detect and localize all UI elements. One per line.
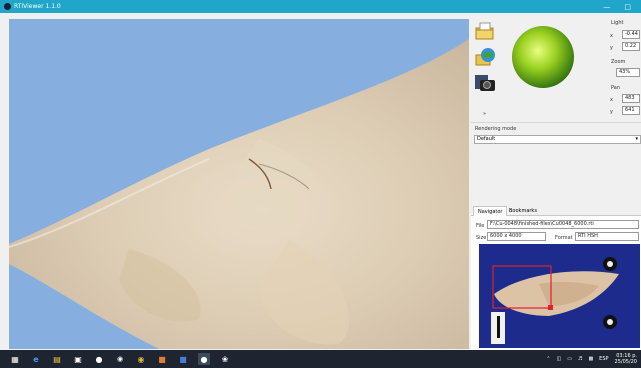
language-indicator[interactable]: ESP (599, 356, 608, 362)
clock[interactable]: 03:16 p. 25/05/20 (615, 353, 637, 365)
file-label: File (476, 223, 485, 229)
light-sphere[interactable] (512, 26, 574, 88)
light-params-panel: Light x -0.44 y 0.22 Zoom 43% Pan x 483 … (606, 19, 641, 121)
battery-icon[interactable]: ▭ (567, 356, 572, 362)
minimize-icon[interactable]: — (603, 3, 610, 11)
pan-label: Pan (611, 85, 621, 91)
maximize-icon[interactable]: □ (624, 3, 631, 11)
app-icon (4, 3, 11, 10)
network-icon[interactable]: ◫ (556, 356, 561, 362)
tool-column: » (471, 19, 503, 119)
light-y-label: y (610, 45, 613, 51)
tab-bookmarks[interactable]: Bookmarks (505, 206, 541, 216)
format-label: Format (555, 235, 573, 241)
open-web-icon[interactable] (474, 47, 496, 67)
thumbnail-image (479, 244, 640, 348)
snapshot-icon[interactable] (474, 73, 496, 93)
zoom-spinbox[interactable]: 43% (616, 68, 640, 77)
expand-toolbar-button[interactable]: » (483, 111, 486, 117)
rtiviewer-taskbar-icon[interactable]: ● (198, 353, 210, 365)
volume-icon[interactable]: ♬ (578, 356, 582, 362)
image-viewport[interactable] (9, 19, 469, 349)
hp-icon[interactable]: ◉ (114, 353, 126, 365)
clock-date: 25/05/20 (614, 359, 637, 365)
pan-y-label: y (610, 109, 613, 115)
app-icon-4[interactable]: ❀ (219, 353, 231, 365)
navigator-thumbnail[interactable] (479, 244, 640, 348)
chrome-icon[interactable]: ◉ (135, 353, 147, 365)
app-icon-3[interactable]: ■ (177, 353, 189, 365)
file-path-field[interactable]: F:\Cu-0048\finished-files\Cu0048_6000.rt… (487, 220, 639, 229)
window-title: RTIViewer 1.1.0 (14, 3, 61, 10)
light-label: Light (611, 20, 624, 26)
file-explorer-icon[interactable]: ▤ (51, 353, 63, 365)
app-icon-2[interactable]: ■ (156, 353, 168, 365)
size-field: 6000 x 4000 (487, 232, 546, 241)
tab-bar: Navigator Bookmarks (471, 206, 641, 216)
zoom-label: Zoom (611, 59, 626, 65)
light-x-label: x (610, 33, 613, 39)
artifact-image (9, 19, 469, 349)
pan-y-input[interactable]: 641 (622, 106, 640, 115)
app-icon-1[interactable]: ● (93, 353, 105, 365)
windows-start-icon[interactable]: ▦ (9, 353, 21, 365)
notification-icon[interactable]: ▩ (588, 356, 593, 362)
pan-x-label: x (610, 97, 613, 103)
edge-icon[interactable]: e (30, 353, 42, 365)
title-bar: RTIViewer 1.1.0 — □ (0, 0, 641, 13)
light-x-input[interactable]: -0.44 (622, 30, 640, 39)
pan-x-input[interactable]: 483 (622, 94, 640, 103)
light-y-input[interactable]: 0.22 (622, 42, 640, 51)
size-label: Size (476, 235, 487, 241)
rendering-mode-label: Rendering mode (475, 126, 517, 132)
system-tray: ⌃ ◫ ▭ ♬ ▩ ESP 03:16 p. 25/05/20 (546, 350, 637, 368)
format-field: RTI HSH (575, 232, 639, 241)
tab-navigator[interactable]: Navigator (473, 206, 508, 216)
rendering-mode-value: Default (477, 136, 496, 142)
chevron-down-icon: ▾ (635, 136, 638, 142)
chevron-up-icon[interactable]: ⌃ (546, 356, 550, 362)
open-file-icon[interactable] (474, 21, 496, 41)
rendering-mode-select[interactable]: Default ▾ (474, 135, 641, 144)
zoom-value: 43% (619, 69, 631, 75)
divider (471, 122, 641, 123)
store-icon[interactable]: ▣ (72, 353, 84, 365)
taskbar: ▦ e ▤ ▣ ● ◉ ◉ ■ ■ ● ❀ ⌃ ◫ ▭ ♬ ▩ ESP 03:1… (0, 350, 641, 368)
light-control[interactable] (505, 19, 605, 119)
